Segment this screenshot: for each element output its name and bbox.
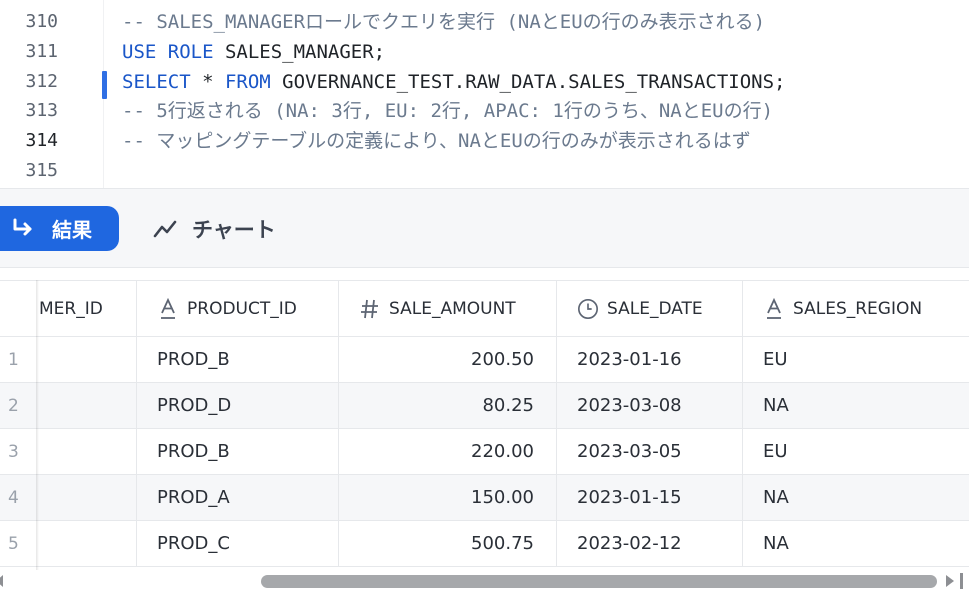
sql-token: * — [190, 71, 225, 93]
cell-sales-region[interactable]: NA — [743, 383, 969, 428]
cell-sales-region[interactable]: NA — [743, 521, 969, 566]
table-row[interactable]: 3 PROD_B 220.00 2023-03-05 EU — [0, 429, 969, 475]
column-header-label: MER_ID — [39, 298, 103, 319]
cell-sale-amount[interactable]: 200.50 — [339, 337, 557, 382]
row-number: 4 — [8, 487, 19, 508]
cell-product-id[interactable]: PROD_B — [137, 337, 339, 382]
code-line[interactable]: 312 SELECT * FROM GOVERNANCE_TEST.RAW_DAT… — [0, 67, 969, 97]
cell-sale-amount[interactable]: 500.75 — [339, 521, 557, 566]
cell-sales-region[interactable]: NA — [743, 475, 969, 520]
sql-comment: -- 5行返される (NA: 3行, EU: 2行, APAC: 1行のうち、N… — [122, 100, 774, 122]
tab-results-label: 結果 — [52, 220, 92, 242]
cell-customer-id[interactable] — [37, 475, 137, 520]
table-row[interactable]: 4 PROD_A 150.00 2023-01-15 NA — [0, 475, 969, 521]
code-text: -- SALES_MANAGERロールでクエリを実行 (NAとEUの行のみ表示さ… — [122, 7, 765, 37]
table-row[interactable]: 5 PROD_C 500.75 2023-02-12 NA — [0, 521, 969, 567]
line-number: 314 — [25, 130, 58, 151]
line-chart-icon — [152, 217, 178, 241]
sql-editor[interactable]: 310 -- SALES_MANAGERロールでクエリを実行 (NAとEUの行のみ… — [0, 0, 969, 188]
horizontal-scrollbar[interactable] — [0, 570, 969, 593]
sql-token: GOVERNANCE_TEST.RAW_DATA.SALES_TRANSACTI… — [270, 71, 786, 93]
return-arrow-icon — [10, 215, 38, 243]
sql-keyword: USE ROLE — [122, 41, 214, 63]
text-type-icon — [157, 297, 179, 320]
column-header-sale-amount[interactable]: SALE_AMOUNT — [339, 281, 557, 336]
cell-product-id[interactable]: PROD_C — [137, 521, 339, 566]
cell-product-id[interactable]: PROD_A — [137, 475, 339, 520]
column-header-customer-id[interactable]: MER_ID — [37, 281, 137, 336]
cell-sale-amount[interactable]: 220.00 — [339, 429, 557, 474]
cell-customer-id[interactable] — [37, 521, 137, 566]
table-row[interactable]: 1 PROD_B 200.50 2023-01-16 EU — [0, 337, 969, 383]
number-type-icon — [359, 298, 381, 320]
sql-comment: -- マッピングテーブルの定義により、NAとEUの行のみが表示されるはず — [122, 130, 751, 152]
code-text: -- マッピングテーブルの定義により、NAとEUの行のみが表示されるはず — [122, 126, 751, 156]
line-number: 313 — [25, 100, 58, 121]
column-header-label: PRODUCT_ID — [187, 298, 297, 319]
cell-customer-id[interactable] — [37, 337, 137, 382]
sql-keyword: FROM — [224, 71, 271, 93]
column-header-label: SALE_AMOUNT — [389, 298, 516, 319]
tab-results[interactable]: 結果 — [0, 206, 119, 251]
column-header-sales-region[interactable]: SALES_REGION — [743, 281, 969, 336]
code-line[interactable]: 315 — [0, 156, 969, 186]
cell-sale-date[interactable]: 2023-01-16 — [557, 337, 743, 382]
code-line[interactable]: 310 -- SALES_MANAGERロールでクエリを実行 (NAとEUの行のみ… — [0, 7, 969, 37]
cell-sale-date[interactable]: 2023-03-08 — [557, 383, 743, 428]
tab-chart-label: チャート — [192, 219, 276, 242]
sql-token: SALES_MANAGER; — [213, 41, 386, 63]
results-grid: MER_ID PRODUCT_ID SALE_AMOUNT SALE_DATE … — [0, 280, 969, 570]
column-header-product-id[interactable]: PRODUCT_ID — [137, 281, 339, 336]
scroll-left-arrow-icon[interactable] — [0, 574, 4, 588]
column-header-label: SALE_DATE — [607, 298, 703, 319]
grid-header: MER_ID PRODUCT_ID SALE_AMOUNT SALE_DATE … — [0, 280, 969, 337]
cell-product-id[interactable]: PROD_B — [137, 429, 339, 474]
code-line[interactable]: 311 USE ROLE SALES_MANAGER; — [0, 37, 969, 67]
line-number: 311 — [25, 41, 58, 62]
column-header-sale-date[interactable]: SALE_DATE — [557, 281, 743, 336]
rownum-header — [0, 281, 37, 336]
scrollbar-end-cap — [960, 573, 963, 589]
row-number: 5 — [8, 533, 19, 554]
clock-type-icon — [577, 298, 599, 320]
cell-sales-region[interactable]: EU — [743, 429, 969, 474]
sql-keyword: SELECT — [122, 71, 191, 93]
cell-product-id[interactable]: PROD_D — [137, 383, 339, 428]
cell-customer-id[interactable] — [37, 383, 137, 428]
row-number: 1 — [8, 349, 19, 370]
table-row[interactable]: 2 PROD_D 80.25 2023-03-08 NA — [0, 383, 969, 429]
cell-sale-amount[interactable]: 150.00 — [339, 475, 557, 520]
cell-sale-amount[interactable]: 80.25 — [339, 383, 557, 428]
code-text: USE ROLE SALES_MANAGER; — [122, 37, 385, 67]
row-number: 3 — [8, 441, 19, 462]
result-tabs: 結果 チャート — [0, 188, 969, 268]
tab-chart[interactable]: チャート — [152, 217, 276, 242]
scrollbar-thumb[interactable] — [261, 575, 937, 588]
column-header-label: SALES_REGION — [793, 298, 923, 319]
sql-comment: -- SALES_MANAGERロールでクエリを実行 (NAとEUの行のみ表示さ… — [122, 11, 766, 33]
line-number: 310 — [25, 11, 58, 32]
text-type-icon — [763, 297, 785, 320]
code-text: SELECT * FROM GOVERNANCE_TEST.RAW_DATA.S… — [122, 67, 786, 97]
code-text: -- 5行返される (NA: 3行, EU: 2行, APAC: 1行のうち、N… — [122, 96, 773, 126]
code-line[interactable]: 314 -- マッピングテーブルの定義により、NAとEUの行のみが表示されるはず — [0, 126, 969, 156]
frozen-column-shadow — [36, 280, 39, 570]
line-number: 312 — [25, 71, 58, 92]
cell-sale-date[interactable]: 2023-03-05 — [557, 429, 743, 474]
cell-sale-date[interactable]: 2023-01-15 — [557, 475, 743, 520]
cell-sales-region[interactable]: EU — [743, 337, 969, 382]
scroll-right-arrow-icon[interactable] — [944, 574, 956, 588]
row-number: 2 — [8, 395, 19, 416]
code-line[interactable]: 313 -- 5行返される (NA: 3行, EU: 2行, APAC: 1行のう… — [0, 96, 969, 126]
line-number: 315 — [25, 160, 58, 181]
cell-sale-date[interactable]: 2023-02-12 — [557, 521, 743, 566]
cell-customer-id[interactable] — [37, 429, 137, 474]
